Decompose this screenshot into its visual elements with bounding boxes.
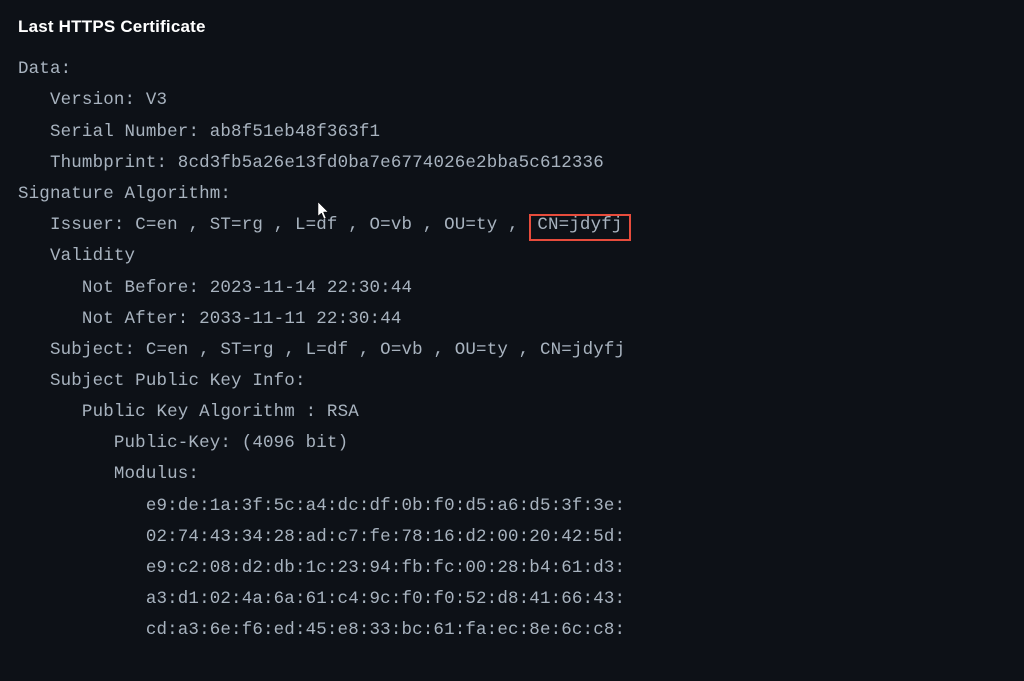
subject-label: Subject: [50, 340, 135, 360]
not-before-value: 2023-11-14 22:30:44 [210, 278, 412, 298]
modulus-line: a3:d1:02:4a:6a:61:c4:9c:f0:f0:52:d8:41:6… [146, 589, 625, 609]
modulus-line: 02:74:43:34:28:ad:c7:fe:78:16:d2:00:20:4… [146, 527, 625, 547]
sig-algo-label: Signature Algorithm: [18, 184, 231, 204]
pk-bits-label: Public-Key: [114, 433, 231, 453]
certificate-block: Data: Version: V3 Serial Number: ab8f51e… [18, 54, 1006, 646]
issuer-cn-highlight: CN=jdyfj [529, 214, 630, 242]
section-title: Last HTTPS Certificate [18, 12, 1006, 42]
modulus-label: Modulus: [114, 464, 199, 484]
pk-bits-value: (4096 bit) [242, 433, 349, 453]
thumbprint-label: Thumbprint: [50, 153, 167, 173]
issuer-label: Issuer: [50, 215, 125, 235]
not-before-label: Not Before: [82, 278, 199, 298]
not-after-value: 2033-11-11 22:30:44 [199, 309, 401, 329]
serial-label: Serial Number: [50, 122, 199, 142]
spki-label: Subject Public Key Info: [50, 371, 306, 391]
version-label: Version: [50, 90, 135, 110]
pk-algo-label: Public Key Algorithm : [82, 402, 316, 422]
issuer-prefix: C=en , ST=rg , L=df , O=vb , OU=ty , [135, 215, 518, 235]
modulus-line: cd:a3:6e:f6:ed:45:e8:33:bc:61:fa:ec:8e:6… [146, 620, 625, 640]
data-label: Data: [18, 59, 71, 79]
not-after-label: Not After: [82, 309, 189, 329]
serial-value: ab8f51eb48f363f1 [210, 122, 380, 142]
modulus-line: e9:de:1a:3f:5c:a4:dc:df:0b:f0:d5:a6:d5:3… [146, 496, 625, 516]
validity-label: Validity [50, 246, 135, 266]
pk-algo-value: RSA [327, 402, 359, 422]
subject-value: C=en , ST=rg , L=df , O=vb , OU=ty , CN=… [146, 340, 625, 360]
modulus-line: e9:c2:08:d2:db:1c:23:94:fb:fc:00:28:b4:6… [146, 558, 625, 578]
version-value: V3 [146, 90, 167, 110]
thumbprint-value: 8cd3fb5a26e13fd0ba7e6774026e2bba5c612336 [178, 153, 604, 173]
